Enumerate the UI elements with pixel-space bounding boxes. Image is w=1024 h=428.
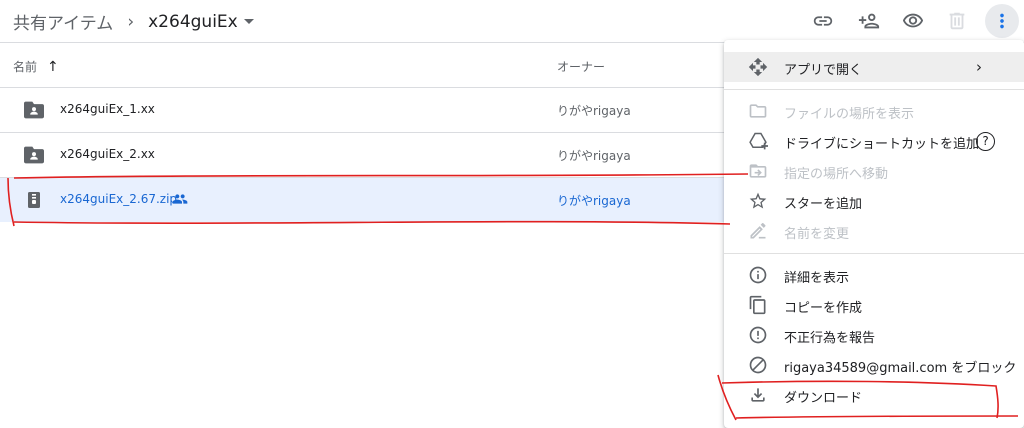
column-name-header[interactable]: 名前 ↑	[13, 58, 59, 75]
menu-item-show-location[interactable]: ファイルの場所を表示	[724, 96, 1024, 126]
download-icon	[748, 385, 768, 405]
menu-item-label: 指定の場所へ移動	[784, 167, 889, 182]
help-icon[interactable]: ?	[976, 132, 995, 151]
get-link-button[interactable]	[806, 4, 840, 38]
menu-item-add-star[interactable]: スターを追加	[724, 186, 1024, 216]
menu-item-move-to[interactable]: 指定の場所へ移動	[724, 156, 1024, 186]
more-actions-button[interactable]	[985, 4, 1019, 38]
more-vert-icon	[1000, 13, 1004, 29]
breadcrumb-separator: ›	[127, 11, 135, 32]
column-name-label: 名前	[13, 60, 38, 74]
caret-down-icon[interactable]	[243, 19, 254, 24]
menu-item-open-with[interactable]: アプリで開く ›	[724, 52, 1024, 82]
report-icon	[748, 325, 768, 345]
menu-item-add-shortcut[interactable]: ドライブにショートカットを追加 ?	[724, 126, 1024, 156]
move-icon	[748, 57, 768, 77]
context-menu: アプリで開く › ファイルの場所を表示 ドライブにショートカットを追加 ? 指定…	[724, 40, 1024, 428]
menu-item-label: スターを追加	[784, 197, 863, 212]
file-name: x264guiEx_2.xx	[60, 147, 155, 161]
delete-button[interactable]	[940, 4, 974, 38]
column-owner-header[interactable]: オーナー	[557, 58, 605, 75]
menu-divider	[724, 253, 1024, 254]
file-owner: りがやrigaya	[557, 194, 631, 208]
share-button[interactable]	[852, 4, 886, 38]
file-owner: りがやrigaya	[557, 149, 631, 163]
block-icon	[748, 355, 768, 375]
preview-button[interactable]	[896, 4, 930, 38]
menu-item-label: 詳細を表示	[784, 271, 850, 286]
annotation-stroke	[13, 220, 731, 225]
drive-add-shortcut-icon	[748, 131, 768, 151]
breadcrumb-parent[interactable]: 共有アイテム	[13, 9, 113, 34]
file-name: x264guiEx_1.xx	[60, 102, 155, 116]
menu-item-label: ダウンロード	[784, 391, 863, 406]
zip-file-icon	[28, 192, 40, 208]
file-owner: りがやrigaya	[557, 104, 631, 118]
menu-item-label: 不正行為を報告	[784, 331, 876, 346]
copy-icon	[748, 295, 768, 315]
chevron-right-icon: ›	[976, 58, 982, 76]
menu-item-download[interactable]: ダウンロード	[724, 380, 1024, 410]
menu-item-label: rigaya34589@gmail.com をブロック	[784, 361, 1017, 376]
menu-item-label: 名前を変更	[784, 227, 850, 242]
people-icon	[172, 194, 188, 204]
menu-item-details[interactable]: 詳細を表示	[724, 260, 1024, 290]
menu-item-label: ドライブにショートカットを追加	[784, 137, 980, 152]
file-name: x264guiEx_2.67.zip	[60, 192, 178, 206]
menu-item-report-abuse[interactable]: 不正行為を報告	[724, 320, 1024, 350]
folder-outline-icon	[748, 101, 768, 121]
menu-item-label: アプリで開く	[784, 63, 863, 78]
menu-item-rename[interactable]: 名前を変更	[724, 216, 1024, 246]
shared-folder-icon	[24, 101, 44, 119]
trash-icon	[949, 12, 965, 30]
move-to-folder-icon	[748, 161, 768, 181]
pencil-icon	[748, 221, 768, 241]
top-bar: 共有アイテム › x264guiEx	[0, 0, 1024, 42]
menu-item-label: ファイルの場所を表示	[784, 107, 915, 122]
column-owner-label: オーナー	[557, 60, 606, 74]
menu-item-label: コピーを作成	[784, 301, 863, 316]
sort-arrow-icon[interactable]: ↑	[47, 59, 59, 75]
menu-divider	[724, 89, 1024, 90]
breadcrumb: 共有アイテム › x264guiEx	[13, 9, 254, 34]
shared-folder-icon	[24, 146, 44, 164]
link-icon	[813, 16, 833, 26]
info-icon	[748, 265, 768, 285]
star-outline-icon	[748, 191, 768, 211]
eye-icon	[902, 13, 924, 28]
add-person-icon	[858, 13, 880, 29]
menu-item-block-user[interactable]: rigaya34589@gmail.com をブロック	[724, 350, 1024, 380]
menu-item-make-copy[interactable]: コピーを作成	[724, 290, 1024, 320]
breadcrumb-current[interactable]: x264guiEx	[148, 12, 238, 32]
